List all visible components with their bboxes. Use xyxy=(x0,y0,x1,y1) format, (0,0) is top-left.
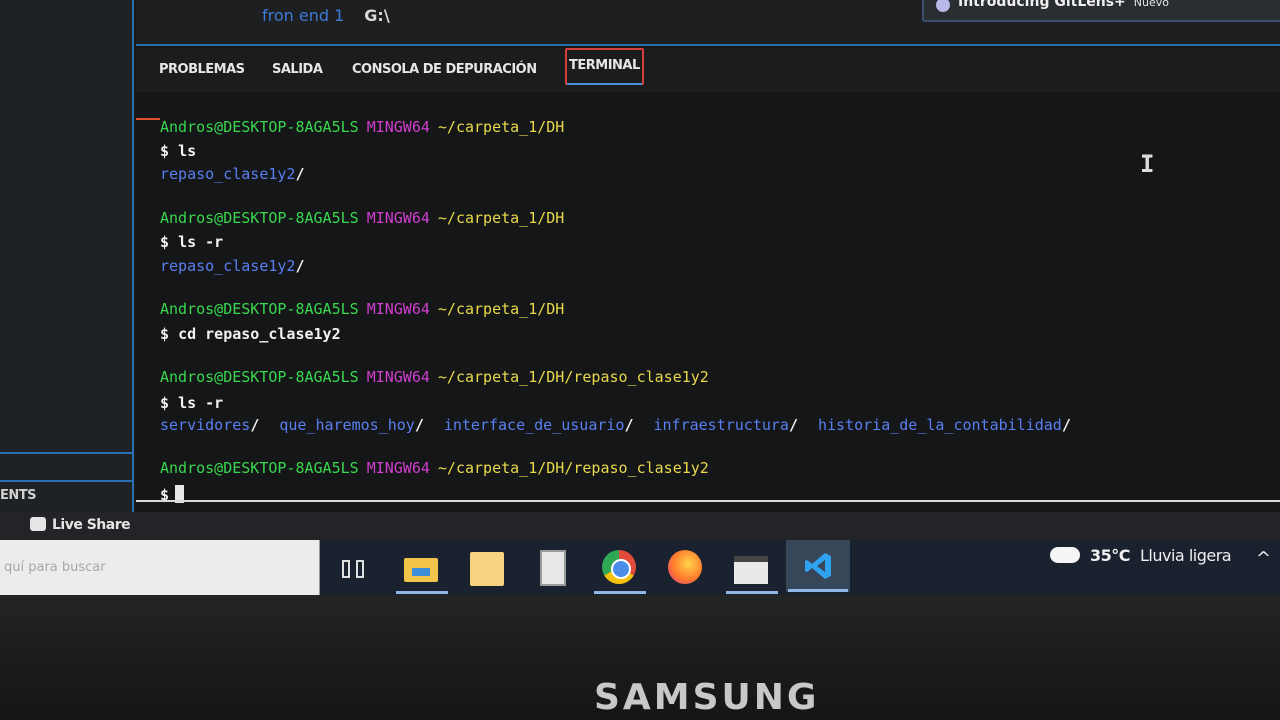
live-share-icon xyxy=(30,517,46,531)
taskbar-search-box[interactable]: quí para buscar xyxy=(0,540,320,595)
explorer-sidebar: ENTS xyxy=(0,0,134,512)
gitlens-icon xyxy=(936,0,950,12)
sidebar-section-label[interactable]: ENTS xyxy=(0,488,37,503)
prompt-line: Andros@DESKTOP-8AGA5LS MINGW64 ~/carpeta_1… xyxy=(160,368,709,386)
editor-line-text: fron end 1 xyxy=(262,6,345,25)
dir-entry: servidores xyxy=(160,416,251,434)
command-text: cd repaso_clase1y2 xyxy=(178,325,341,343)
weather-widget[interactable]: 35°C Lluvia ligera xyxy=(1050,546,1232,565)
calculator-icon[interactable] xyxy=(534,548,574,588)
dir-entry: que_haremos_hoy xyxy=(279,416,415,434)
monitor-bezel: SAMSUNG xyxy=(0,595,1280,720)
prompt-line: Andros@DESKTOP-8AGA5LS MINGW64 ~/carpeta_1… xyxy=(160,118,564,136)
command-line: $ cd repaso_clase1y2 xyxy=(160,325,341,343)
editor-line: fron end 1 G:\ xyxy=(262,6,390,25)
command-line: $ ls -r xyxy=(160,394,223,412)
prompt-system: MINGW64 xyxy=(366,209,430,227)
command-text: ls -r xyxy=(178,394,224,412)
panel-border xyxy=(136,500,1280,502)
prompt-user-host: Andros@DESKTOP-8AGA5LS xyxy=(160,118,359,136)
sidebar-divider xyxy=(0,480,134,482)
output-line: repaso_clase1y2/ xyxy=(160,257,305,275)
cloud-icon xyxy=(1050,547,1080,563)
prompt-user-host: Andros@DESKTOP-8AGA5LS xyxy=(160,209,359,227)
prompt-user-host: Andros@DESKTOP-8AGA5LS xyxy=(160,300,359,318)
status-bar: Live Share xyxy=(0,512,1280,540)
weather-condition: Lluvia ligera xyxy=(1140,546,1232,565)
tab-problemas[interactable]: PROBLEMAS xyxy=(159,62,245,77)
prompt-path: ~/carpeta_1/DH xyxy=(437,209,565,227)
chrome-icon[interactable] xyxy=(594,548,646,594)
dir-entry: historia_de_la_contabilidad xyxy=(818,416,1062,434)
sidebar-divider xyxy=(0,452,134,454)
video-editor-icon[interactable] xyxy=(726,548,778,594)
prompt-system: MINGW64 xyxy=(366,368,430,386)
search-placeholder: quí para buscar xyxy=(4,560,106,575)
command-line: $ ls xyxy=(160,142,196,160)
prompt-system: MINGW64 xyxy=(366,300,430,318)
output-line: repaso_clase1y2/ xyxy=(160,165,305,183)
terminal-marker xyxy=(136,118,160,120)
prompt-line: Andros@DESKTOP-8AGA5LS MINGW64 ~/carpeta_1… xyxy=(160,459,709,477)
file-explorer-icon[interactable] xyxy=(396,548,448,594)
terminal-panel[interactable]: I Andros@DESKTOP-8AGA5LS MINGW64 ~/carpeta… xyxy=(136,92,1280,510)
prompt-line: Andros@DESKTOP-8AGA5LS MINGW64 ~/carpeta_1… xyxy=(160,300,564,318)
monitor-brand-logo: SAMSUNG xyxy=(594,677,820,718)
prompt-path: ~/carpeta_1/DH/repaso_clase1y2 xyxy=(437,368,709,386)
live-share-button[interactable]: Live Share xyxy=(30,517,131,533)
prompt-path: ~/carpeta_1/DH/repaso_clase1y2 xyxy=(437,459,709,477)
dir-entry: repaso_clase1y2 xyxy=(160,257,296,275)
output-line: servidores/que_haremos_hoy/interface_de_… xyxy=(160,416,1071,434)
editor-area: fron end 1 G:\ Introducing GitLens+ Nuevo xyxy=(136,0,1280,46)
gitlens-notification[interactable]: Introducing GitLens+ Nuevo xyxy=(922,0,1280,22)
prompt-system: MINGW64 xyxy=(366,459,430,477)
text-cursor-icon: I xyxy=(1140,150,1155,178)
prompt-symbol: $ xyxy=(160,142,170,160)
firefox-icon[interactable] xyxy=(666,548,706,588)
prompt-system: MINGW64 xyxy=(366,118,430,136)
prompt-path: ~/carpeta_1/DH xyxy=(437,300,565,318)
panel-tabs: PROBLEMAS SALIDA CONSOLA DE DEPURACIÓN T… xyxy=(136,48,1280,92)
tab-terminal[interactable]: TERMINAL xyxy=(565,48,644,85)
tab-salida[interactable]: SALIDA xyxy=(272,62,323,77)
notification-badge: Nuevo xyxy=(1133,0,1169,9)
command-line: $ ls -r xyxy=(160,233,223,251)
notification-title: Introducing GitLens+ xyxy=(958,0,1126,10)
prompt-symbol: $ xyxy=(160,394,170,412)
editor-line-drive: G:\ xyxy=(364,6,390,25)
weather-temp: 35°C xyxy=(1090,546,1131,565)
prompt-user-host: Andros@DESKTOP-8AGA5LS xyxy=(160,368,359,386)
windows-taskbar: quí para buscar 35°C Lluvia ligera ^ xyxy=(0,540,1280,595)
prompt-path: ~/carpeta_1/DH xyxy=(437,118,565,136)
dir-entry: infraestructura xyxy=(653,416,789,434)
sticky-notes-icon[interactable] xyxy=(468,548,508,588)
tab-consola-depuracion[interactable]: CONSOLA DE DEPURACIÓN xyxy=(352,62,537,77)
dir-entry: repaso_clase1y2 xyxy=(160,165,296,183)
prompt-symbol: $ xyxy=(160,233,170,251)
monitor-screen: ENTS fron end 1 G:\ Introducing GitLens+ N… xyxy=(0,0,1280,595)
dir-entry: interface_de_usuario xyxy=(443,416,625,434)
command-text: ls xyxy=(178,142,197,160)
live-share-label: Live Share xyxy=(52,517,131,533)
task-view-icon[interactable] xyxy=(336,548,376,588)
prompt-user-host: Andros@DESKTOP-8AGA5LS xyxy=(160,459,359,477)
prompt-symbol: $ xyxy=(160,325,170,343)
command-text: ls -r xyxy=(178,233,224,251)
prompt-line: Andros@DESKTOP-8AGA5LS MINGW64 ~/carpeta_1… xyxy=(160,209,564,227)
chevron-up-icon[interactable]: ^ xyxy=(1256,548,1271,569)
vscode-icon[interactable] xyxy=(786,540,850,592)
